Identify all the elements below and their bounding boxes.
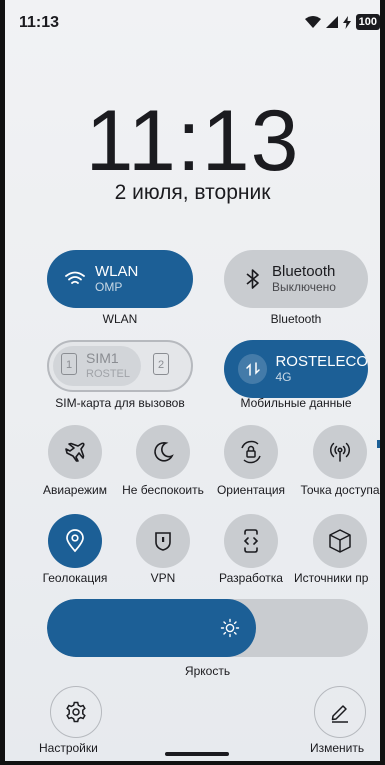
gear-icon: [66, 701, 86, 723]
settings-label: Настройки: [39, 741, 98, 755]
wifi-signal-icon: [304, 16, 321, 28]
sun-icon: [220, 618, 239, 638]
edit-label: Изменить: [310, 741, 365, 755]
mobile-data-tile-subtitle: 4G: [275, 369, 292, 384]
hotspot-icon: [329, 442, 351, 462]
settings-button[interactable]: [50, 686, 102, 738]
developer-code-icon: [243, 529, 259, 553]
bluetooth-label: Bluetooth: [270, 312, 322, 326]
status-icons: 100: [304, 14, 380, 30]
orientation-toggle[interactable]: [224, 425, 278, 479]
airplane-label: Авиарежим: [43, 483, 107, 497]
sim1-icon: 1: [61, 353, 77, 375]
brightness-slider[interactable]: [47, 599, 368, 657]
bluetooth-tile-title: Bluetooth: [272, 263, 336, 281]
dnd-toggle[interactable]: [136, 425, 190, 479]
mobile-data-icon: [238, 354, 268, 384]
developer-label: Разработка: [219, 571, 283, 585]
rotation-lock-icon: [241, 440, 261, 464]
edit-button[interactable]: [314, 686, 366, 738]
hotspot-label: Точка доступа: [300, 483, 380, 497]
airplane-icon: [65, 442, 85, 462]
airplane-toggle[interactable]: [48, 425, 102, 479]
lockscreen-clock: 11:13: [85, 93, 300, 189]
vpn-toggle[interactable]: [136, 514, 190, 568]
status-bar: 11:13 100: [5, 0, 380, 40]
battery-level: 100: [355, 14, 380, 30]
wlan-label: WLAN: [102, 312, 138, 326]
wifi-icon: [65, 271, 85, 287]
lockscreen-date: 2 июля, вторник: [114, 181, 271, 204]
package-icon: [329, 529, 351, 553]
cell-signal-icon: [325, 16, 338, 28]
vpn-shield-icon: [155, 532, 171, 551]
developer-toggle[interactable]: [224, 514, 278, 568]
dnd-label: Не беспокоить: [122, 483, 204, 497]
moon-icon: [154, 442, 174, 462]
hotspot-toggle[interactable]: [313, 425, 367, 479]
mobile-data-label: Мобильные данные: [240, 396, 352, 410]
sources-toggle[interactable]: [313, 514, 367, 568]
sim2-icon[interactable]: 2: [153, 353, 169, 375]
sim-tile-title: SIM1: [86, 350, 119, 366]
sim-label: SIM-карта для вызовов: [55, 396, 185, 410]
wlan-tile-subtitle: OMP: [95, 279, 123, 294]
sim-tile-subtitle: ROSTEL: [86, 368, 131, 380]
location-pin-icon: [66, 529, 84, 553]
home-indicator[interactable]: [165, 752, 229, 756]
pencil-icon: [331, 705, 348, 723]
bluetooth-icon: [246, 269, 260, 289]
charging-icon: [342, 15, 351, 29]
orientation-label: Ориентация: [216, 483, 286, 497]
wlan-tile-title: WLAN: [95, 263, 139, 281]
status-time: 11:13: [19, 14, 60, 31]
vpn-label: VPN: [150, 571, 176, 585]
brightness-label: Яркость: [184, 664, 231, 678]
location-toggle[interactable]: [48, 514, 102, 568]
location-label: Геолокация: [42, 571, 108, 585]
page-indicator: [377, 440, 380, 448]
sim-tile[interactable]: 1 SIM1 ROSTEL 2: [47, 340, 193, 392]
mobile-data-tile[interactable]: ROSTELECO 4G: [224, 340, 368, 398]
mobile-data-tile-title: ROSTELECO: [275, 353, 368, 371]
brightness-slider-fill[interactable]: [47, 599, 256, 657]
sources-label: Источники пр: [294, 571, 369, 585]
bluetooth-tile-subtitle: Выключено: [272, 279, 336, 294]
bluetooth-tile[interactable]: Bluetooth Выключено: [224, 250, 368, 308]
wlan-tile[interactable]: WLAN OMP: [47, 250, 193, 308]
